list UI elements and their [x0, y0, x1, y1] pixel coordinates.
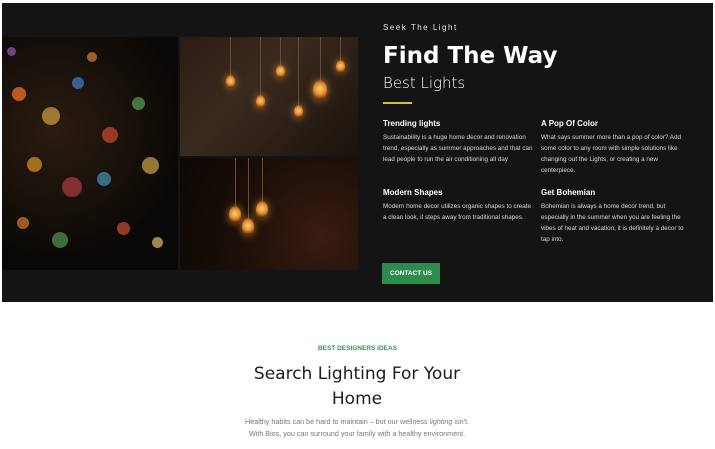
feature-trending-lights: Trending lights Sustainability is a huge…: [383, 119, 535, 165]
hero-eyebrow: Seek The Light: [383, 23, 458, 32]
hero-section: Seek The Light Find The Way Best Lights …: [2, 3, 713, 302]
hanging-bulbs-brick-image: [180, 37, 358, 156]
feature-title: Modern Shapes: [383, 188, 443, 197]
section-title: Search Lighting For Your Home: [253, 364, 461, 409]
feature-text: Modern home decor utilizes organic shape…: [383, 203, 532, 221]
feature-text: Bohemian is always a home decor trend, b…: [541, 203, 684, 243]
feature-title: A Pop Of Color: [541, 119, 599, 128]
edison-bulbs-image: [180, 158, 358, 270]
feature-pop-of-color: A Pop Of Color What says summer more tha…: [541, 119, 693, 176]
feature-modern-shapes: Modern Shapes Modern home decor utilizes…: [383, 188, 535, 223]
hero-title: Find The Way: [383, 43, 558, 69]
designers-ideas-section: BEST DESIGNERS IDEAS Search Lighting For…: [0, 302, 715, 449]
description-text: Healthy habits can be hard to maintain –…: [245, 417, 430, 426]
feature-title: Get Bohemian: [541, 188, 596, 197]
contact-us-button[interactable]: CONTACT US: [382, 263, 440, 284]
bokeh-lights-image: [2, 37, 178, 270]
section-description: Healthy habits can be hard to maintain –…: [237, 416, 477, 440]
feature-text: Sustainability is a huge home decor and …: [383, 134, 533, 163]
accent-divider: [383, 102, 412, 104]
feature-text: What says summer more than a pop of colo…: [541, 134, 681, 174]
section-eyebrow: BEST DESIGNERS IDEAS: [317, 345, 398, 352]
feature-get-bohemian: Get Bohemian Bohemian is always a home d…: [541, 188, 693, 245]
feature-title: Trending lights: [383, 119, 441, 128]
description-emphasis: lighting: [429, 417, 453, 426]
hero-subtitle: Best Lights: [383, 74, 466, 92]
